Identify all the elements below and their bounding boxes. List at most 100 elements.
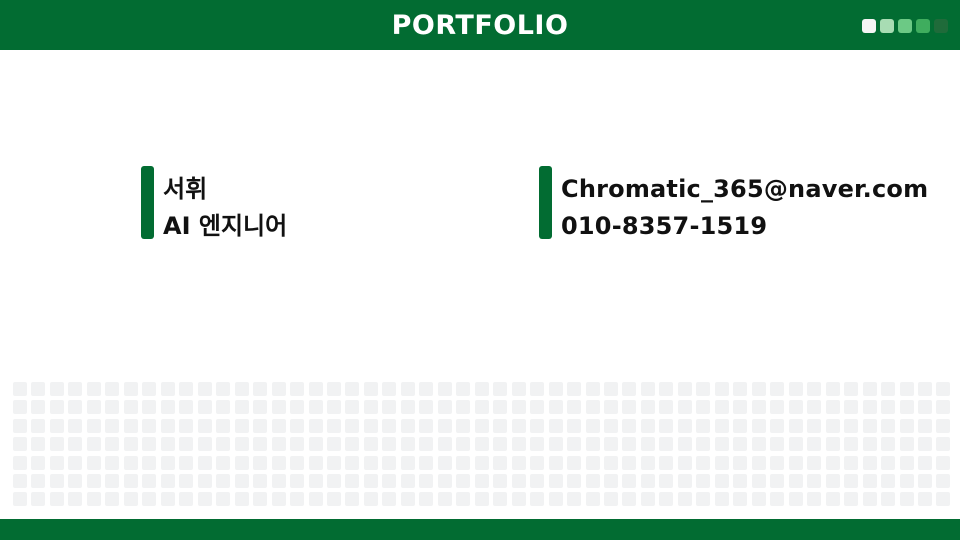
pattern-cell bbox=[474, 382, 489, 396]
pattern-cell bbox=[604, 400, 618, 415]
pattern-cell bbox=[899, 437, 914, 452]
pattern-cell bbox=[437, 400, 452, 415]
pattern-cell bbox=[31, 382, 46, 396]
pattern-cell bbox=[123, 382, 138, 396]
pattern-cell bbox=[548, 492, 563, 507]
pattern-cell bbox=[936, 473, 951, 488]
pattern-cell bbox=[788, 382, 803, 396]
pattern-cell bbox=[677, 400, 692, 415]
pattern-cell bbox=[49, 400, 64, 415]
pattern-cell bbox=[604, 437, 618, 452]
pattern-cell bbox=[604, 473, 618, 488]
progress-dots bbox=[862, 19, 948, 33]
pattern-cell bbox=[807, 437, 822, 452]
pattern-cell bbox=[770, 418, 785, 433]
pattern-cell bbox=[474, 455, 489, 470]
pattern-cell bbox=[567, 382, 582, 396]
pattern-cell bbox=[770, 400, 785, 415]
pattern-cell bbox=[326, 400, 341, 415]
pattern-cell bbox=[825, 455, 840, 470]
pattern-cell bbox=[696, 382, 711, 396]
pattern-cell bbox=[696, 437, 711, 452]
pattern-cell bbox=[474, 473, 489, 488]
pattern-cell bbox=[326, 492, 341, 507]
pattern-cell bbox=[899, 418, 914, 433]
pattern-cell bbox=[253, 492, 268, 507]
pattern-cell bbox=[530, 437, 545, 452]
pattern-cell bbox=[400, 455, 415, 470]
pattern-cell bbox=[622, 492, 637, 507]
pattern-cell bbox=[179, 492, 194, 507]
contact-email: Chromatic_365@naver.com bbox=[561, 175, 929, 203]
pattern-cell bbox=[142, 492, 157, 507]
profile-name: 서휘 bbox=[163, 175, 208, 203]
pattern-cell bbox=[936, 455, 951, 470]
pattern-cell bbox=[216, 400, 231, 415]
pattern-cell bbox=[31, 437, 46, 452]
pattern-cell bbox=[770, 437, 785, 452]
pattern-cell bbox=[881, 382, 896, 396]
pattern-cell bbox=[825, 473, 840, 488]
pattern-cell bbox=[733, 437, 748, 452]
pattern-cell bbox=[677, 492, 692, 507]
pattern-cell bbox=[714, 455, 729, 470]
pattern-cell bbox=[585, 437, 600, 452]
pattern-cell bbox=[659, 492, 674, 507]
pattern-cell bbox=[511, 492, 526, 507]
pattern-cell bbox=[363, 400, 378, 415]
pattern-cell bbox=[788, 492, 803, 507]
pattern-cell bbox=[234, 492, 249, 507]
pattern-cell bbox=[511, 400, 526, 415]
pattern-cell bbox=[622, 400, 637, 415]
pattern-cell bbox=[677, 418, 692, 433]
pattern-cell bbox=[271, 455, 286, 470]
pattern-cell bbox=[917, 492, 932, 507]
pattern-cell bbox=[511, 473, 526, 488]
pattern-cell bbox=[733, 400, 748, 415]
pattern-cell bbox=[400, 382, 415, 396]
pattern-cell bbox=[437, 473, 452, 488]
pattern-cell bbox=[86, 418, 101, 433]
pattern-cell bbox=[105, 382, 120, 396]
pattern-cell bbox=[86, 400, 101, 415]
pattern-cell bbox=[49, 437, 64, 452]
pattern-cell bbox=[788, 437, 803, 452]
pattern-cell bbox=[382, 382, 397, 396]
pattern-cell bbox=[640, 418, 655, 433]
pattern-cell bbox=[530, 473, 545, 488]
pattern-cell bbox=[751, 473, 766, 488]
pattern-cell bbox=[530, 400, 545, 415]
pattern-cell bbox=[659, 382, 674, 396]
pattern-cell bbox=[807, 455, 822, 470]
pattern-cell bbox=[548, 455, 563, 470]
pattern-cell bbox=[751, 400, 766, 415]
pattern-cell bbox=[290, 382, 305, 396]
pattern-cell bbox=[197, 492, 212, 507]
pattern-cell bbox=[493, 437, 508, 452]
pattern-cell bbox=[160, 473, 175, 488]
pattern-cell bbox=[604, 492, 618, 507]
pattern-cell bbox=[493, 400, 508, 415]
pattern-cell bbox=[844, 400, 859, 415]
pattern-cell bbox=[142, 382, 157, 396]
pattern-cell bbox=[271, 437, 286, 452]
pattern-cell bbox=[271, 400, 286, 415]
page-title: PORTFOLIO bbox=[391, 10, 569, 41]
pattern-cell bbox=[382, 437, 397, 452]
pattern-cell bbox=[585, 492, 600, 507]
pattern-cell bbox=[400, 418, 415, 433]
pattern-cell bbox=[714, 492, 729, 507]
pattern-cell bbox=[253, 382, 268, 396]
pattern-cell bbox=[751, 455, 766, 470]
pattern-cell bbox=[567, 473, 582, 488]
pattern-cell bbox=[308, 418, 323, 433]
pattern-cell bbox=[31, 492, 46, 507]
pattern-cell bbox=[197, 382, 212, 396]
pattern-cell bbox=[807, 400, 822, 415]
pattern-cell bbox=[659, 400, 674, 415]
pattern-cell bbox=[419, 400, 434, 415]
pattern-cell bbox=[899, 492, 914, 507]
pattern-cell bbox=[696, 455, 711, 470]
pattern-cell bbox=[751, 382, 766, 396]
pattern-cell bbox=[345, 473, 360, 488]
